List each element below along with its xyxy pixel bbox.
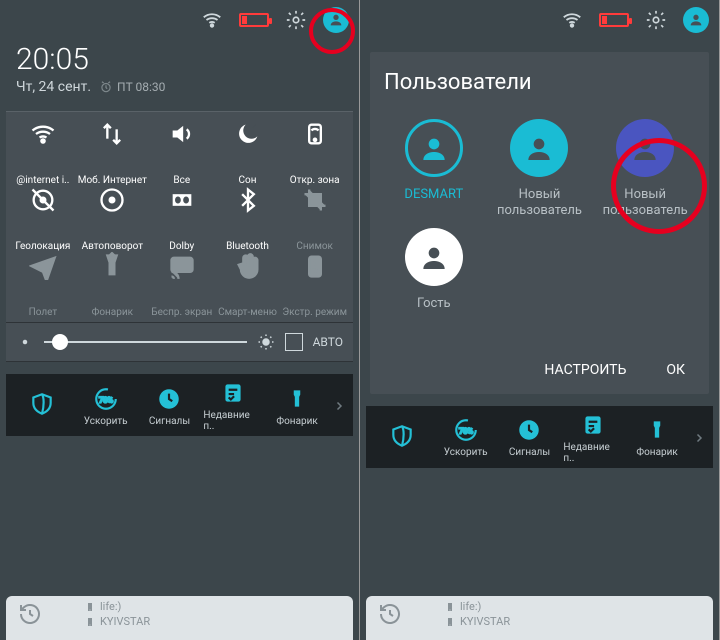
strip-flashlight[interactable]: Фонарик	[267, 386, 327, 427]
strip-clock[interactable]: Сигналы	[500, 417, 560, 458]
qs-tile-volume[interactable]: Все	[149, 120, 215, 186]
user-item[interactable]: Новый пользователь	[490, 119, 590, 218]
moon-icon: z	[234, 120, 262, 148]
status-bar	[360, 0, 719, 40]
brightness-slider[interactable]	[44, 341, 247, 343]
date-text: Чт, 24 сент.	[16, 79, 91, 95]
user-switch-avatar[interactable]	[323, 7, 349, 33]
users-grid: DESMART Новый пользователь Новый пользоват…	[384, 119, 695, 312]
user-switch-avatar[interactable]	[683, 7, 709, 33]
qs-tile-battery-bolt[interactable]: Экстр. режим	[280, 252, 349, 318]
quick-settings-pane: 20:05 Чт, 24 сент. ПТ 08:30 @internet i.…	[0, 0, 360, 640]
tool-strip: 78%УскоритьСигналыНедавние п..Фонарик	[366, 406, 713, 468]
date-row: Чт, 24 сент. ПТ 08:30	[16, 79, 343, 95]
qs-tile-hotspot[interactable]: Откр. зона	[280, 120, 349, 186]
history-icon	[16, 600, 44, 628]
battery-icon	[599, 13, 629, 27]
user-avatar-icon	[616, 119, 674, 177]
qs-tile-wifi[interactable]: @internet i..	[10, 120, 76, 186]
battery-icon	[239, 13, 269, 27]
carrier-card[interactable]: life:) KYIVSTAR	[6, 596, 353, 640]
rotate-icon	[98, 186, 126, 214]
ok-button[interactable]: ОК	[666, 362, 685, 378]
quick-settings-grid: @internet i..Моб. ИнтернетВсеzСонОткр. з…	[6, 111, 353, 323]
strip-shield[interactable]	[12, 391, 72, 421]
hotspot-icon	[301, 120, 329, 148]
crop-icon	[301, 186, 329, 214]
torch-icon	[98, 252, 126, 280]
chevron-right-icon[interactable]	[691, 430, 707, 446]
settings-gear-icon[interactable]	[285, 9, 307, 31]
qs-tile-hand[interactable]: Смарт-меню	[215, 252, 281, 318]
strip-gauge[interactable]: 78%Ускорить	[76, 386, 136, 427]
qs-tile-dolby[interactable]: Dolby	[149, 186, 215, 252]
cast-icon	[168, 252, 196, 280]
brightness-high-icon	[257, 333, 275, 351]
users-dialog: Пользователи DESMART Новый пользователь Но…	[370, 52, 709, 394]
strip-note[interactable]: Недавние п..	[563, 412, 623, 464]
qs-tile-bluetooth[interactable]: Bluetooth	[215, 186, 281, 252]
brightness-row: АВТО	[6, 323, 353, 362]
qs-tile-torch[interactable]: Фонарик	[76, 252, 149, 318]
tool-strip: 78%УскоритьСигналыНедавние п..Фонарик	[6, 374, 353, 436]
user-avatar-icon	[405, 228, 463, 286]
clock-block: 20:05 Чт, 24 сент. ПТ 08:30	[0, 40, 359, 105]
qs-tile-rotate[interactable]: Автоповорот	[76, 186, 149, 252]
user-avatar-icon	[510, 119, 568, 177]
battery-bolt-icon	[301, 252, 329, 280]
strip-note[interactable]: Недавние п..	[203, 380, 263, 432]
user-name: Новый пользователь	[603, 187, 688, 218]
gps-off-icon	[29, 186, 57, 214]
qs-tile-moon[interactable]: zСон	[215, 120, 281, 186]
time-text: 20:05	[16, 42, 343, 77]
wifi-icon	[561, 9, 583, 31]
wifi-icon	[201, 9, 223, 31]
auto-brightness-label: АВТО	[313, 335, 343, 349]
dialog-actions: НАСТРОИТЬ ОК	[384, 352, 695, 382]
qs-tile-data[interactable]: Моб. Интернет	[76, 120, 149, 186]
history-icon	[376, 600, 404, 628]
carrier-list: life:) KYIVSTAR	[444, 600, 510, 628]
dialog-title: Пользователи	[384, 70, 695, 95]
brightness-low-icon	[16, 333, 34, 351]
svg-text:z: z	[252, 122, 256, 130]
user-name: Новый пользователь	[497, 187, 582, 218]
user-item[interactable]: Новый пользователь	[595, 119, 695, 218]
chevron-right-icon[interactable]	[331, 398, 347, 414]
volume-icon	[168, 120, 196, 148]
bluetooth-icon	[234, 186, 262, 214]
qs-tile-crop[interactable]: Снимок	[280, 186, 349, 252]
user-avatar-icon	[405, 119, 463, 177]
qs-tile-plane[interactable]: Полет	[10, 252, 76, 318]
wifi-icon	[29, 120, 57, 148]
carrier-card[interactable]: life:) KYIVSTAR	[366, 596, 713, 640]
svg-text:78%: 78%	[99, 395, 114, 404]
alarm-info: ПТ 08:30	[99, 80, 165, 94]
configure-button[interactable]: НАСТРОИТЬ	[544, 362, 626, 378]
user-name: Гость	[417, 296, 451, 312]
user-item[interactable]: DESMART	[384, 119, 484, 218]
hand-icon	[234, 252, 262, 280]
svg-text:78%: 78%	[459, 427, 474, 436]
carrier-list: life:) KYIVSTAR	[84, 600, 150, 628]
strip-gauge[interactable]: 78%Ускорить	[436, 417, 496, 458]
qs-tile-cast[interactable]: Беспр. экран	[149, 252, 215, 318]
user-name: DESMART	[404, 187, 463, 203]
status-bar	[0, 0, 359, 40]
settings-gear-icon[interactable]	[645, 9, 667, 31]
strip-flashlight[interactable]: Фонарик	[627, 417, 687, 458]
strip-clock[interactable]: Сигналы	[140, 386, 200, 427]
users-pane: Пользователи DESMART Новый пользователь Но…	[360, 0, 720, 640]
plane-icon	[29, 252, 57, 280]
data-icon	[98, 120, 126, 148]
strip-shield[interactable]	[372, 423, 432, 453]
auto-brightness-checkbox[interactable]	[285, 333, 303, 351]
qs-tile-gps-off[interactable]: Геолокация	[10, 186, 76, 252]
dolby-icon	[168, 186, 196, 214]
user-item[interactable]: Гость	[384, 228, 484, 312]
